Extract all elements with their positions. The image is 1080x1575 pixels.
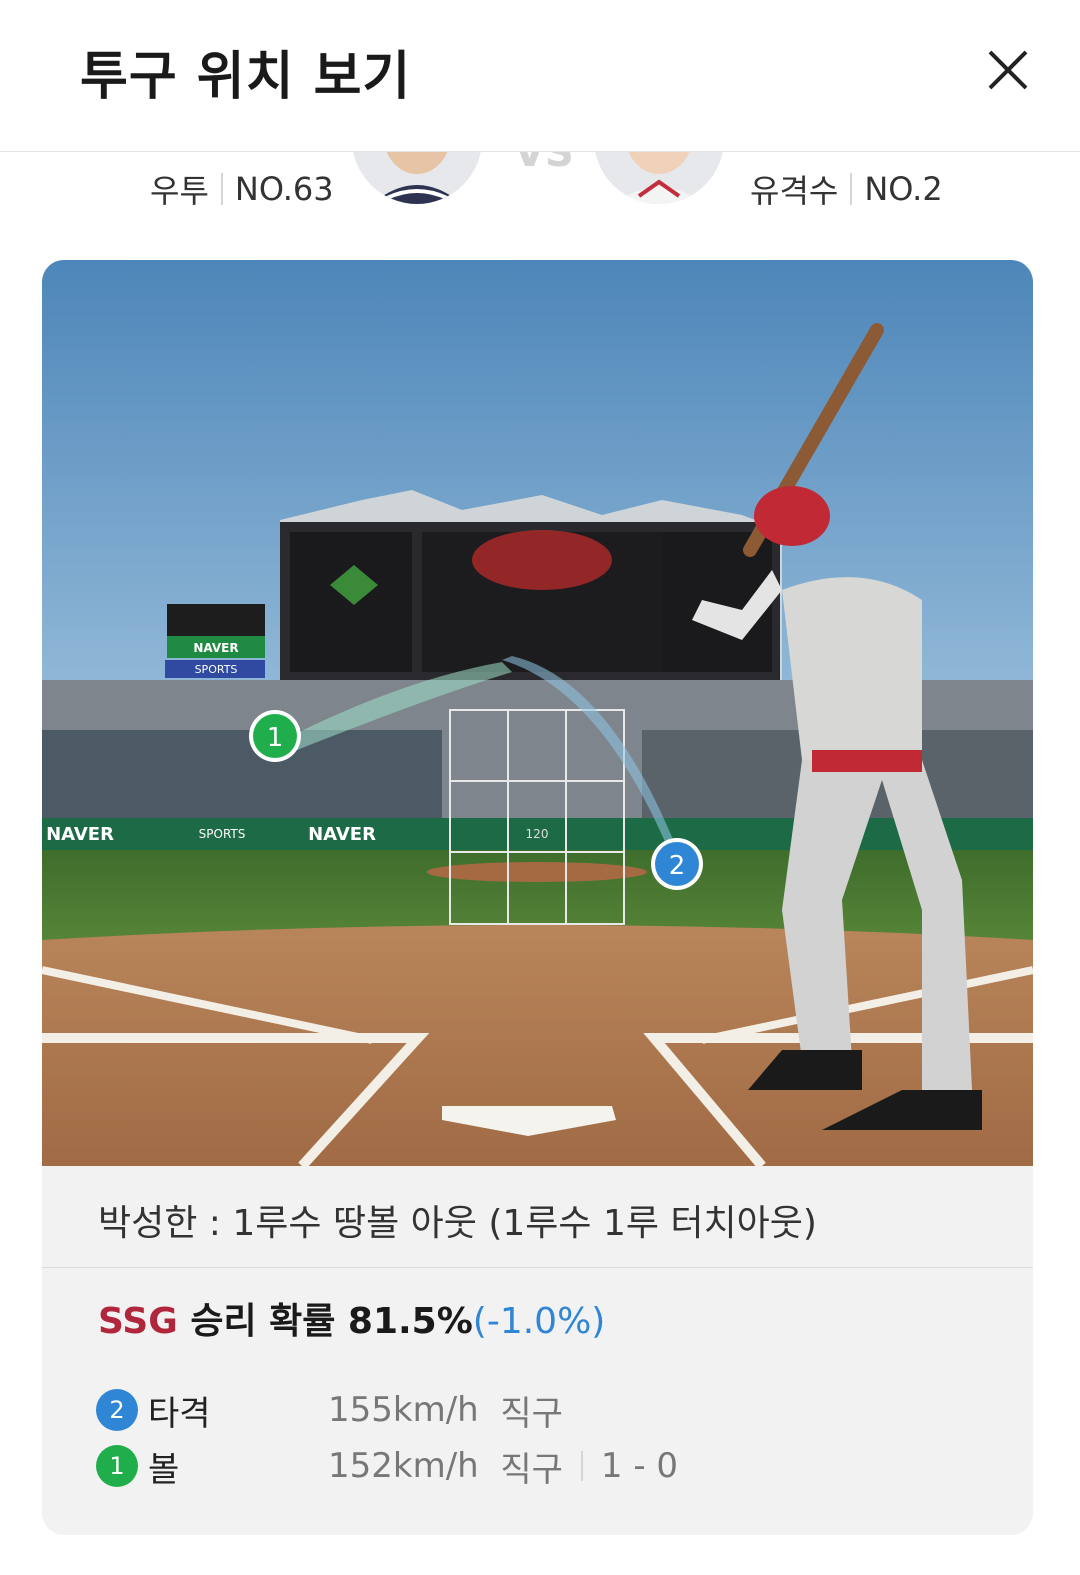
- batter-name: 유격수: [750, 172, 839, 210]
- pitch-marker-2[interactable]: 2: [651, 838, 703, 890]
- pitcher-number: NO.63: [234, 170, 334, 208]
- ball-count: 1 - 0: [600, 1446, 679, 1486]
- close-icon[interactable]: [980, 42, 1036, 98]
- ad-sports-wall: SPORTS: [199, 827, 246, 841]
- pitch-marker-2-number: 2: [669, 851, 686, 881]
- vs-divider: VS: [514, 152, 574, 176]
- pitcher-avatar: [352, 152, 482, 204]
- win-probability-label: 승리 확률 81.5%: [190, 1301, 473, 1342]
- batter-avatar: [594, 152, 724, 204]
- player-matchup: 우투 NO.63 VS 유격수 NO.2: [0, 152, 1080, 242]
- zone-count-label: 120: [526, 827, 549, 841]
- pitch-speed: 152km/h: [328, 1446, 479, 1486]
- pitcher-name: 우투: [150, 172, 209, 210]
- ad-naver-wall-1: NAVER: [46, 824, 114, 845]
- pitch-marker-1-number: 1: [267, 723, 284, 753]
- pitch-type: 직구: [500, 1449, 563, 1490]
- ad-naver-left: NAVER: [193, 641, 238, 655]
- play-result-text: 박성한 : 1루수 땅볼 아웃 (1루수 1루 터치아웃): [98, 1203, 817, 1244]
- pitch-marker-1[interactable]: 1: [249, 710, 301, 762]
- pitcher-info: 우투 NO.63: [150, 166, 334, 212]
- win-probability-team: SSG: [98, 1301, 178, 1342]
- pitch-result-label: 타격: [148, 1393, 211, 1434]
- batter-info: 유격수 NO.2: [750, 166, 943, 212]
- modal-header: 투구 위치 보기: [0, 0, 1080, 152]
- pitch-speed: 155km/h: [328, 1390, 479, 1430]
- pitch-type: 직구: [500, 1393, 563, 1434]
- play-result: 박성한 : 1루수 땅볼 아웃 (1루수 1루 터치아웃): [42, 1166, 1033, 1268]
- win-probability-delta: (-1.0%): [472, 1301, 606, 1342]
- divider: [220, 173, 223, 205]
- pitch-card: NAVER SPORTS NAVER NAVER SPORTS 120 1 2 …: [42, 260, 1033, 1535]
- pitch-location-scene: NAVER SPORTS NAVER NAVER SPORTS 120 1 2: [42, 260, 1033, 1166]
- page-title: 투구 위치 보기: [80, 47, 412, 107]
- pitch-row-1[interactable]: 1 볼 152km/h 직구 1 - 0: [96, 1442, 678, 1490]
- pitch-number-badge: 2: [96, 1389, 138, 1431]
- pitch-result-label: 볼: [148, 1449, 180, 1490]
- pitch-row-2[interactable]: 2 타격 155km/h 직구: [96, 1386, 563, 1434]
- ad-sports-left: SPORTS: [195, 663, 238, 676]
- pitch-detail: 152km/h 직구 1 - 0: [328, 1442, 678, 1491]
- pitch-number-badge: 1: [96, 1445, 138, 1487]
- divider: [580, 1451, 583, 1481]
- ad-naver-wall-2: NAVER: [308, 824, 376, 845]
- batter-number: NO.2: [864, 170, 943, 208]
- divider: [850, 173, 853, 205]
- pitch-detail: 155km/h 직구: [328, 1386, 563, 1435]
- win-probability: SSG 승리 확률 81.5%(-1.0%): [98, 1292, 605, 1344]
